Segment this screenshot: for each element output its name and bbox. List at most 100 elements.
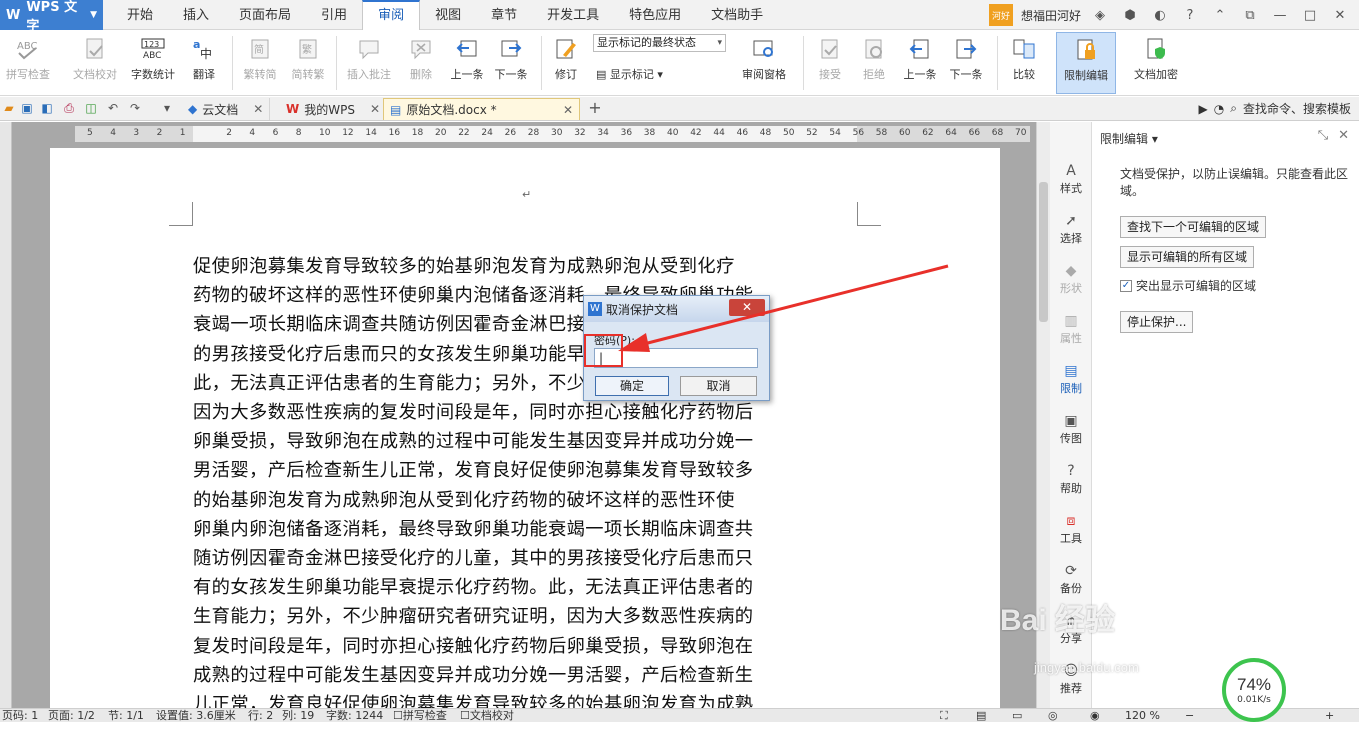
next-comment-button[interactable]: 下一条: [490, 32, 532, 94]
qat-more-icon[interactable]: ▾: [160, 101, 174, 115]
insert-comment-button[interactable]: 插入批注: [342, 32, 396, 94]
fullscreen-view-icon[interactable]: ⛶: [940, 709, 948, 723]
pane-title[interactable]: 限制编辑 ▾: [1100, 130, 1158, 147]
page-view-icon[interactable]: ▤: [976, 709, 986, 723]
delete-comment-button[interactable]: 删除: [400, 32, 442, 94]
review-pane-button[interactable]: 审阅窗格: [733, 32, 795, 94]
new-tab-icon[interactable]: +: [588, 100, 602, 116]
document-page[interactable]: ↵ 促使卵泡募集发育导致较多的始基卵泡发育为成熟卵泡从受到化疗 药物的破坏这样的…: [50, 148, 1000, 748]
share-icon[interactable]: ◐: [1149, 8, 1171, 23]
minimize-ribbon-icon[interactable]: ⌃: [1209, 8, 1231, 23]
zoom-out-icon[interactable]: −: [1185, 709, 1194, 723]
sidenav-style[interactable]: A 样式: [1050, 162, 1092, 196]
print-preview-icon[interactable]: ◫: [84, 101, 98, 115]
spell-check-button[interactable]: ABC 拼写检查: [2, 32, 54, 94]
redo-icon[interactable]: ↷: [128, 101, 142, 115]
reject-button[interactable]: 拒绝: [854, 32, 894, 94]
tab-references[interactable]: 引用: [306, 0, 362, 30]
reading-view-icon[interactable]: ◉: [1090, 709, 1100, 723]
ok-button[interactable]: 确定: [595, 376, 669, 396]
open-folder-icon[interactable]: ▰: [2, 101, 16, 115]
restore-window-icon[interactable]: ⧉: [1239, 8, 1261, 23]
settings-icon[interactable]: ⬢: [1119, 8, 1141, 23]
simp-to-trad-button[interactable]: 繁 简转繁: [286, 32, 330, 94]
tab-developer[interactable]: 开发工具: [532, 0, 614, 30]
doc-tab-original[interactable]: ▤ 原始文档.docx * ✕: [383, 98, 580, 120]
ruler-tick-label: 22: [458, 128, 470, 138]
close-window-icon[interactable]: ✕: [1329, 8, 1351, 23]
accept-icon: [815, 32, 845, 66]
dialog-close-button[interactable]: ✕: [729, 299, 765, 316]
stop-protection-button[interactable]: 停止保护...: [1120, 311, 1194, 333]
tab-home[interactable]: 开始: [112, 0, 168, 30]
maximize-window-icon[interactable]: □: [1299, 8, 1321, 23]
help-icon[interactable]: ?: [1179, 8, 1201, 23]
tab-special[interactable]: 特色应用: [614, 0, 696, 30]
vertical-ruler[interactable]: [0, 122, 12, 708]
trad-to-simp-button[interactable]: 简 繁转简: [238, 32, 282, 94]
doc-tab-mywps[interactable]: W 我的WPS ✕: [280, 98, 388, 120]
cancel-button[interactable]: 取消: [680, 376, 757, 396]
close-icon[interactable]: ✕: [1338, 128, 1349, 143]
web-view-icon[interactable]: ◎: [1048, 709, 1058, 723]
user-name[interactable]: 想福田河好: [1021, 7, 1081, 24]
close-icon[interactable]: ✕: [563, 103, 573, 117]
tab-view[interactable]: 视图: [420, 0, 476, 30]
close-icon[interactable]: ✕: [370, 102, 380, 116]
pane-dock-icon[interactable]: ⤡: [1318, 128, 1328, 143]
tab-chapter[interactable]: 章节: [476, 0, 532, 30]
display-mode-dropdown[interactable]: 显示标记的最终状态: [593, 34, 726, 52]
outline-view-icon[interactable]: ▭: [1012, 709, 1022, 723]
track-changes-button[interactable]: 修订: [546, 32, 586, 94]
sidenav-properties[interactable]: ▥ 属性: [1050, 312, 1092, 346]
tab-page-layout[interactable]: 页面布局: [224, 0, 306, 30]
next-change-button[interactable]: 下一条: [944, 32, 988, 94]
document-workspace[interactable]: 5 4 3 2 1 2 4 6 8 10 12 14 16 18 20 22 24 26 28 30 32 34 36 38 4…: [0, 122, 1119, 748]
close-icon[interactable]: ✕: [253, 102, 263, 116]
sidenav-restrict[interactable]: ▤ 限制: [1050, 362, 1092, 396]
sidenav-tools[interactable]: ⧈ 工具: [1050, 512, 1092, 546]
comment-icon: [354, 32, 384, 66]
find-next-editable-button[interactable]: 查找下一个可编辑的区域: [1120, 216, 1267, 238]
doc-tab-cloud[interactable]: ◆ 云文档 ✕: [182, 98, 271, 120]
command-search[interactable]: ▶ ◔ ⌕ 查找命令、搜索模板: [1199, 100, 1351, 117]
status-word-count[interactable]: 字数: 1244: [326, 709, 383, 723]
restrict-edit-button[interactable]: 限制编辑: [1056, 32, 1116, 94]
zoom-in-icon[interactable]: +: [1325, 709, 1334, 723]
history-icon[interactable]: ◔: [1214, 102, 1224, 116]
sidenav-backup[interactable]: ⟳ 备份: [1050, 562, 1092, 596]
avatar[interactable]: 河好: [988, 4, 1013, 26]
prev-comment-button[interactable]: 上一条: [446, 32, 488, 94]
zoom-level[interactable]: 120 %: [1125, 709, 1160, 723]
doc-encrypt-button[interactable]: 文档加密: [1126, 32, 1186, 94]
horizontal-ruler[interactable]: 5 4 3 2 1 2 4 6 8 10 12 14 16 18 20 22 24 26 28 30 32 34 36 38 4…: [75, 126, 1119, 142]
print-icon[interactable]: ⎙: [62, 101, 76, 115]
status-spell-check[interactable]: ☐ 拼写检查: [393, 709, 447, 723]
sidenav-select[interactable]: ➚ 选择: [1050, 212, 1092, 246]
scrollbar-thumb[interactable]: [1039, 182, 1048, 322]
app-menu-button[interactable]: W WPS 文字 ▼: [0, 0, 103, 34]
doc-proof-button[interactable]: 文档校对: [68, 32, 122, 94]
tab-review[interactable]: 审阅: [362, 0, 421, 30]
play-icon[interactable]: ▶: [1199, 102, 1208, 116]
show-all-editable-button[interactable]: 显示可编辑的所有区域: [1120, 246, 1255, 268]
sidenav-upload[interactable]: ▣ 传图: [1050, 412, 1092, 446]
sidenav-help[interactable]: ? 帮助: [1050, 462, 1092, 496]
tab-doc-assistant[interactable]: 文档助手: [696, 0, 778, 30]
highlight-regions-checkbox[interactable]: ✓ 突出显示可编辑的区域: [1120, 277, 1256, 294]
translate-button[interactable]: a中 翻译: [184, 32, 224, 94]
minimize-window-icon[interactable]: —: [1269, 8, 1291, 23]
accept-button[interactable]: 接受: [810, 32, 850, 94]
word-count-button[interactable]: 123 ABC 字数统计: [127, 32, 179, 94]
prev-change-button[interactable]: 上一条: [898, 32, 942, 94]
sidenav-shape[interactable]: ◆ 形状: [1050, 262, 1092, 296]
status-proof[interactable]: ☐ 文档校对: [460, 709, 514, 723]
show-markup-button[interactable]: ▤ 显示标记 ▾: [596, 66, 663, 82]
skin-icon[interactable]: ◈: [1089, 8, 1111, 23]
tab-insert[interactable]: 插入: [168, 0, 224, 30]
export-pdf-icon[interactable]: ◧: [40, 101, 54, 115]
compare-button[interactable]: 比较: [1004, 32, 1044, 94]
save-icon[interactable]: ▣: [20, 101, 34, 115]
undo-icon[interactable]: ↶: [106, 101, 120, 115]
password-input[interactable]: |: [594, 348, 758, 368]
